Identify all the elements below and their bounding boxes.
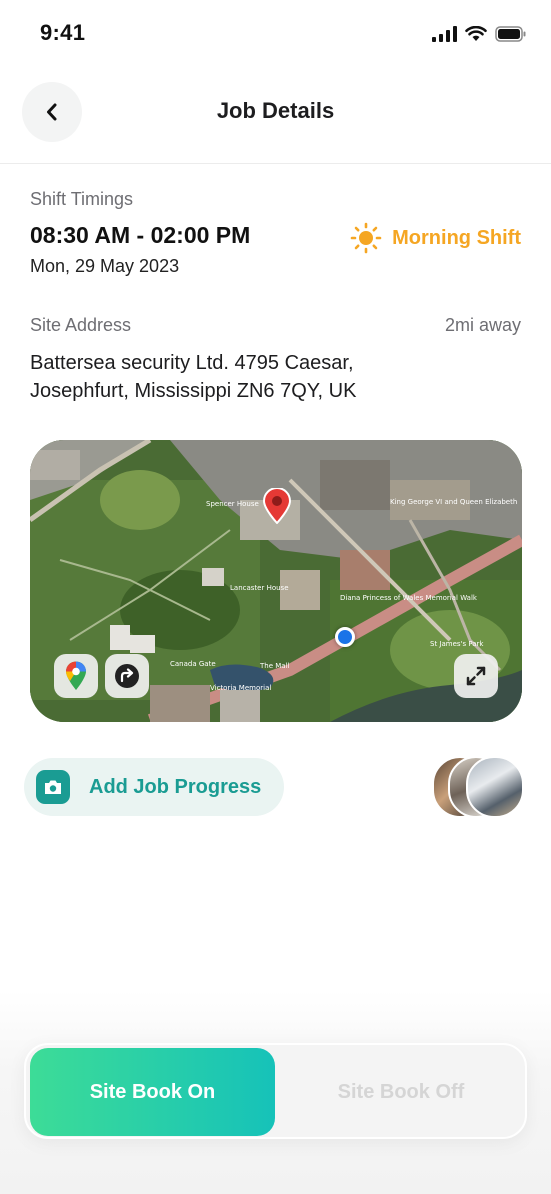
expand-icon (466, 666, 486, 686)
shift-date: Mon, 29 May 2023 (30, 256, 180, 276)
location-pin-icon[interactable] (262, 487, 292, 529)
site-address-label: Site Address (30, 315, 132, 335)
add-job-progress-button[interactable]: Add Job Progress (24, 758, 284, 816)
status-bar: 9:41 (0, 0, 551, 64)
header: Job Details (0, 64, 551, 164)
battery-icon (495, 26, 526, 42)
shift-time: 08:30 AM - 02:00 PM (30, 222, 251, 248)
camera-icon (36, 770, 70, 804)
site-book-off-button[interactable]: Site Book Off (279, 1048, 523, 1136)
site-book-on-button[interactable]: Site Book On (30, 1048, 275, 1136)
status-time: 9:41 (40, 20, 86, 45)
sun-icon (350, 222, 382, 254)
status-icons (432, 24, 527, 44)
site-book-off-label: Site Book Off (337, 1080, 465, 1103)
shift-badge-label: Morning Shift (392, 226, 521, 249)
wifi-icon (465, 26, 487, 41)
page-title: Job Details (216, 98, 335, 123)
shift-badge: Morning Shift (350, 222, 521, 254)
site-book-toggle: Site Book On Site Book Off (24, 1043, 527, 1139)
map-satellite-image: Spencer House Lancaster House Canada Gat… (30, 440, 522, 722)
map-label-diana-memorial: Diana Princess of Wales Memorial Walk (340, 594, 478, 602)
map-label-the-mall: The Mall (259, 662, 290, 670)
map-label-lancaster-house: Lancaster House (230, 584, 289, 592)
add-job-progress-label: Add Job Progress (89, 775, 262, 798)
cellular-signal-icon (432, 26, 457, 42)
map-label-george-vi: King George VI and Queen Elizabeth (390, 498, 517, 506)
google-maps-icon (66, 661, 86, 690)
current-location-dot (335, 627, 355, 647)
directions-icon (115, 664, 139, 688)
map-label-st-james-park: St James's Park (430, 640, 484, 648)
shift-timings-label: Shift Timings (30, 189, 134, 209)
directions-button[interactable] (105, 654, 149, 698)
site-book-on-label: Site Book On (89, 1080, 216, 1103)
map-label-spencer-house: Spencer House (206, 500, 259, 508)
location-map[interactable]: Spencer House Lancaster House Canada Gat… (30, 440, 522, 722)
map-label-victoria-memorial: Victoria Memorial (210, 684, 271, 692)
site-address: Battersea security Ltd. 4795 Caesar, Jos… (30, 352, 357, 402)
google-maps-button[interactable] (54, 654, 98, 698)
expand-map-button[interactable] (454, 654, 498, 698)
site-distance: 2mi away (444, 315, 521, 335)
job-progress-thumbnails[interactable] (432, 756, 524, 818)
map-label-canada-gate: Canada Gate (170, 660, 216, 668)
progress-photo-thumbnail[interactable] (466, 756, 524, 818)
